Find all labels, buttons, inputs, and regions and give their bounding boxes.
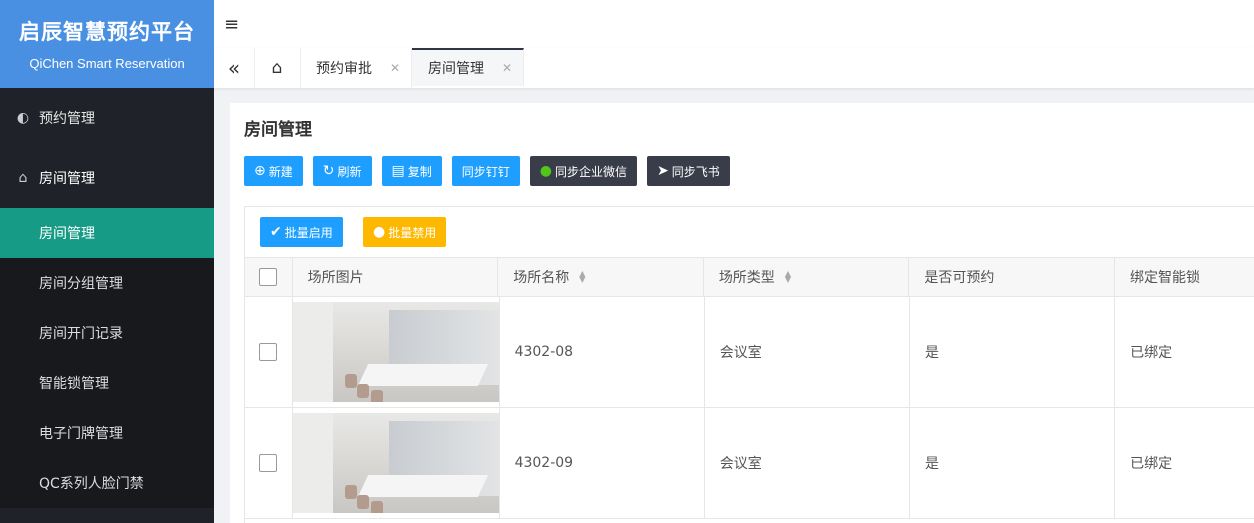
toolbar: ⊕ 新建 ↻ 刷新 ▤ 复制 同步钉钉 ● 同步企业微信 ➤ 同步飞书 <box>244 156 740 186</box>
sidebar-item-label: 电子门牌管理 <box>39 426 123 442</box>
sidebar-item-label: 房间分组管理 <box>39 276 123 292</box>
column-header-label: 场所名称 <box>513 270 570 286</box>
sidebar: 启辰智慧预约平台 QiChen Smart Reservation ◐ 预约管理… <box>0 0 214 523</box>
tab-room-management[interactable]: 房间管理 ✕ <box>412 48 524 86</box>
close-icon[interactable]: ✕ <box>390 61 400 75</box>
app-name-en: QiChen Smart Reservation <box>29 56 185 71</box>
table-toolbar: ✔ 批量启用 ● 批量禁用 <box>245 207 1254 258</box>
sidebar-item-label: 房间管理 <box>39 226 95 242</box>
room-name-cell: 4302-09 <box>500 408 705 518</box>
copy-button[interactable]: ▤ 复制 <box>381 156 442 186</box>
home-tab-icon[interactable]: ⌂ <box>254 48 301 88</box>
tabs-scroll-left-icon[interactable]: « <box>214 48 255 88</box>
sort-icon[interactable]: ▲ ▼ <box>579 270 585 284</box>
menu-group-label: 预约管理 <box>39 111 95 127</box>
tab-bar: « ⌂ 预约审批 ✕ 房间管理 ✕ <box>214 48 1254 89</box>
app-name: 启辰智慧预约平台 <box>19 20 195 44</box>
sidebar-item-door-records[interactable]: 房间开门记录 <box>0 308 214 358</box>
column-header-label: 绑定智能锁 <box>1129 270 1200 286</box>
column-header-label: 场所图片 <box>307 270 364 286</box>
sync-dingtalk-button[interactable]: 同步钉钉 <box>451 156 520 186</box>
sidebar-item-label: QC系列人脸门禁 <box>39 476 144 492</box>
paper-plane-icon: ➤ <box>657 163 669 179</box>
menu-group-reservation[interactable]: ◐ 预约管理 <box>0 88 214 148</box>
lock-status-cell: 已绑定 <box>1130 345 1173 361</box>
check-circle-icon: ✔ <box>270 224 282 240</box>
home-icon: ⌂ <box>18 170 28 186</box>
tab-label: 房间管理 <box>428 61 484 77</box>
sidebar-item-smart-lock[interactable]: 智能锁管理 <box>0 358 214 408</box>
content-card: 房间管理 ⊕ 新建 ↻ 刷新 ▤ 复制 同步钉钉 ● 同步企业微信 ➤ 同步飞书… <box>230 103 1254 523</box>
top-bar: ≡ <box>214 0 1254 49</box>
lock-status-cell: 已绑定 <box>1130 456 1173 472</box>
column-header: 场所图片 <box>293 258 499 296</box>
sync-wecom-label: 同步企业微信 <box>554 164 627 179</box>
menu-fold-icon[interactable]: ≡ <box>224 14 239 35</box>
sidebar-item-label: 智能锁管理 <box>39 376 109 392</box>
copy-button-label: 复制 <box>407 164 432 179</box>
menu-group-room[interactable]: ⌂ 房间管理 <box>0 148 214 208</box>
row-checkbox[interactable] <box>259 454 278 472</box>
bookable-cell: 是 <box>910 408 1116 518</box>
sort-icon[interactable]: ▲ ▼ <box>785 270 791 284</box>
page-title: 房间管理 <box>244 120 312 140</box>
sidebar-item-face-access[interactable]: QC系列人脸门禁 <box>0 458 214 508</box>
table-row[interactable]: 4302-08 会议室 是 已绑定 <box>245 297 1254 408</box>
refresh-button-label: 刷新 <box>337 164 362 179</box>
room-photo[interactable] <box>292 302 499 402</box>
new-button-label: 新建 <box>268 164 293 179</box>
eye-icon: ◐ <box>16 110 30 126</box>
row-select-cell <box>245 297 293 407</box>
room-name-cell: 4302-08 <box>500 297 705 407</box>
sync-feishu-button[interactable]: ➤ 同步飞书 <box>647 156 730 186</box>
column-header[interactable]: 场所类型 ▲ ▼ <box>704 258 910 296</box>
table-row[interactable]: 4302-09 会议室 是 已绑定 <box>245 408 1254 519</box>
bookable-cell: 是 <box>910 297 1116 407</box>
room-image-cell <box>292 408 500 518</box>
table-header: 场所图片 场所名称 ▲ ▼ 场所类型 ▲ ▼ 是否可预约 绑定智能锁 <box>245 258 1254 297</box>
room-image-cell <box>292 297 500 407</box>
room-type-cell: 会议室 <box>705 297 910 407</box>
sync-dingtalk-label: 同步钉钉 <box>461 164 510 179</box>
tab-label: 预约审批 <box>316 61 372 77</box>
select-all-cell <box>245 258 293 296</box>
logo[interactable]: 启辰智慧预约平台 QiChen Smart Reservation <box>0 0 214 88</box>
refresh-button[interactable]: ↻ 刷新 <box>312 156 372 186</box>
ban-icon: ● <box>373 224 386 240</box>
column-header: 是否可预约 <box>909 258 1115 296</box>
batch-disable-label: 批量禁用 <box>388 225 437 240</box>
row-select-cell <box>245 408 293 518</box>
sync-wecom-button[interactable]: ● 同步企业微信 <box>529 156 637 186</box>
batch-enable-label: 批量启用 <box>284 225 333 240</box>
new-button[interactable]: ⊕ 新建 <box>244 156 303 186</box>
sidebar-item-door-sign[interactable]: 电子门牌管理 <box>0 408 214 458</box>
column-header: 绑定智能锁 <box>1115 258 1254 296</box>
row-checkbox[interactable] <box>259 343 278 361</box>
document-icon: ▤ <box>391 163 405 179</box>
sidebar-item-label: 房间开门记录 <box>39 326 123 342</box>
wechat-icon: ● <box>539 163 552 179</box>
sidebar-item-room-management[interactable]: 房间管理 <box>0 208 214 258</box>
data-table: ✔ 批量启用 ● 批量禁用 场所图片 场所名称 ▲ ▼ 场所类型 ▲ ▼ 是否可… <box>244 206 1254 523</box>
sync-feishu-label: 同步飞书 <box>671 164 720 179</box>
room-type-cell: 会议室 <box>705 408 910 518</box>
menu-group-label: 房间管理 <box>39 171 95 187</box>
column-header-label: 是否可预约 <box>924 270 995 286</box>
column-header-label: 场所类型 <box>718 270 775 286</box>
room-photo[interactable] <box>292 413 499 513</box>
plus-circle-icon: ⊕ <box>254 163 266 179</box>
close-icon[interactable]: ✕ <box>502 61 512 75</box>
select-all-checkbox[interactable] <box>259 268 278 286</box>
column-header[interactable]: 场所名称 ▲ ▼ <box>498 258 704 296</box>
batch-disable-button[interactable]: ● 批量禁用 <box>363 217 447 247</box>
refresh-icon: ↻ <box>322 163 335 179</box>
batch-enable-button[interactable]: ✔ 批量启用 <box>260 217 343 247</box>
sidebar-item-room-group[interactable]: 房间分组管理 <box>0 258 214 308</box>
tab-reservation-approval[interactable]: 预约审批 ✕ <box>300 48 412 88</box>
